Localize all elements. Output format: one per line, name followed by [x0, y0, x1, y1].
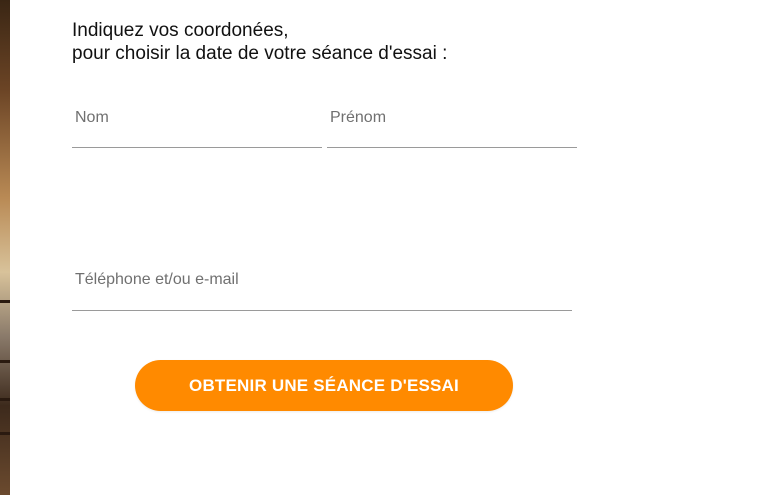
background-photo-edge	[0, 0, 10, 495]
phone-email-placeholder: Téléphone et/ou e-mail	[75, 271, 239, 288]
first-name-placeholder: Prénom	[330, 109, 387, 126]
get-trial-session-button[interactable]: OBTENIR UNE SÉANCE D'ESSAI	[135, 360, 513, 411]
form-heading-line-2: pour choisir la date de votre séance d'e…	[72, 43, 448, 64]
phone-email-field[interactable]: Téléphone et/ou e-mail	[72, 266, 572, 311]
phone-email-underline	[72, 310, 572, 311]
photo-stripe	[0, 300, 10, 303]
photo-stripe	[0, 432, 10, 435]
last-name-underline	[72, 147, 322, 148]
photo-stripe	[0, 398, 10, 401]
photo-stripe	[0, 360, 10, 363]
last-name-field[interactable]: Nom	[72, 104, 322, 148]
form-heading: Indiquez vos coordonées, pour choisir la…	[72, 19, 632, 65]
last-name-placeholder: Nom	[75, 109, 109, 126]
first-name-field[interactable]: Prénom	[327, 104, 577, 148]
form-heading-line-1: Indiquez vos coordonées,	[72, 20, 289, 41]
first-name-underline	[327, 147, 577, 148]
get-trial-session-label: OBTENIR UNE SÉANCE D'ESSAI	[189, 375, 459, 395]
